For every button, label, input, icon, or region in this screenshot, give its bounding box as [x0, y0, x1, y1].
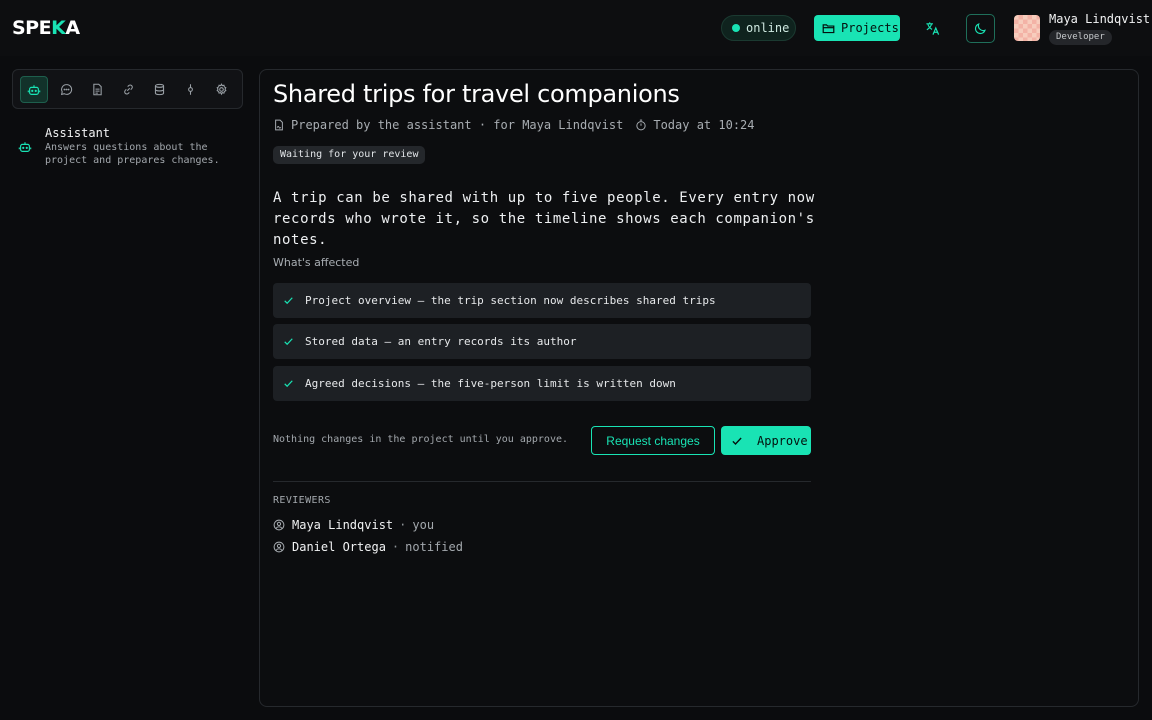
- reviewer-note: notified: [405, 540, 463, 554]
- moon-icon: [974, 22, 987, 35]
- commit-icon: [184, 83, 197, 96]
- tool-commits[interactable]: [176, 76, 204, 103]
- approval-notice: Nothing changes in the project until you…: [273, 434, 569, 445]
- gear-icon: [215, 83, 228, 96]
- avatar[interactable]: [1014, 15, 1040, 41]
- document-signature-icon: [273, 119, 285, 131]
- sidebar-item-label: Assistant: [45, 126, 111, 140]
- status-dot-icon: [732, 24, 740, 32]
- affected-item: Project overview — the trip section now …: [273, 283, 811, 318]
- robot-icon: [18, 139, 32, 158]
- projects-button-label: Projects: [841, 21, 899, 35]
- stopwatch-icon: [635, 119, 647, 131]
- chat-icon: [60, 83, 73, 96]
- page-title: Shared trips for travel companions: [273, 80, 680, 108]
- theme-toggle-button[interactable]: [966, 14, 995, 43]
- affected-item-text: Stored data — an entry records its autho…: [305, 335, 577, 348]
- top-bar: SPEKA online Projects Maya Lindqvist Dev…: [0, 0, 1152, 56]
- status-badge: Waiting for your review: [273, 146, 426, 164]
- affected-item-text: Project overview — the trip section now …: [305, 294, 716, 307]
- change-summary: A trip can be shared with up to five peo…: [273, 190, 815, 248]
- approve-button-label: Approve: [757, 433, 808, 448]
- tool-settings[interactable]: [207, 76, 235, 103]
- affected-item-text: Agreed decisions — the five-person limit…: [305, 377, 676, 390]
- translate-icon: [925, 21, 940, 36]
- database-icon: [153, 83, 166, 96]
- check-icon: [283, 378, 295, 389]
- sidebar-item-assistant[interactable]: Assistant Answers questions about the pr…: [12, 124, 243, 172]
- document-icon: [91, 83, 104, 96]
- approve-button[interactable]: Approve: [721, 426, 811, 455]
- request-changes-button[interactable]: Request changes: [591, 426, 715, 455]
- review-meta: Prepared by the assistant · for Maya Lin…: [273, 117, 755, 133]
- projects-button[interactable]: Projects: [814, 15, 900, 41]
- tool-links[interactable]: [114, 76, 142, 103]
- user-name: Maya Lindqvist: [1049, 12, 1151, 26]
- connection-status-label: online: [746, 21, 790, 35]
- check-icon: [283, 295, 295, 306]
- reviewer-row: Daniel Ortega · notified: [273, 539, 463, 555]
- tool-database[interactable]: [145, 76, 173, 103]
- user-role-badge: Developer: [1049, 30, 1112, 45]
- check-icon: [283, 336, 295, 347]
- tool-documents[interactable]: [83, 76, 111, 103]
- timestamp: Today at 10:24: [653, 118, 755, 132]
- affected-item: Stored data — an entry records its autho…: [273, 324, 811, 359]
- tool-chat[interactable]: [52, 76, 80, 103]
- sidebar-toolbar: [12, 69, 243, 109]
- separator-dot: ·: [399, 518, 407, 532]
- connection-status-badge: online: [721, 15, 796, 41]
- separator-dot: ·: [391, 540, 400, 554]
- robot-icon: [27, 83, 41, 97]
- reviewer-name: Daniel Ortega: [292, 540, 386, 554]
- app-logo[interactable]: SPEKA: [12, 17, 80, 39]
- reviewer-note: you: [412, 518, 435, 532]
- affected-item: Agreed decisions — the five-person limit…: [273, 366, 811, 401]
- check-icon: [731, 435, 743, 447]
- link-icon: [122, 83, 135, 96]
- language-button[interactable]: [918, 14, 947, 43]
- user-circle-icon: [273, 541, 285, 553]
- user-circle-icon: [273, 519, 285, 531]
- reviewers-heading: REVIEWERS: [273, 495, 331, 506]
- folder-icon: [822, 22, 835, 35]
- reviewer-name: Maya Lindqvist: [292, 518, 394, 532]
- tool-assistant[interactable]: [20, 76, 48, 103]
- divider: [273, 481, 811, 482]
- prepared-by-text: Prepared by the assistant · for Maya Lin…: [291, 118, 624, 132]
- affected-heading: What's affected: [273, 256, 360, 269]
- reviewer-row: Maya Lindqvist · you: [273, 517, 434, 533]
- sidebar-item-description: Answers questions about the project and …: [45, 142, 220, 166]
